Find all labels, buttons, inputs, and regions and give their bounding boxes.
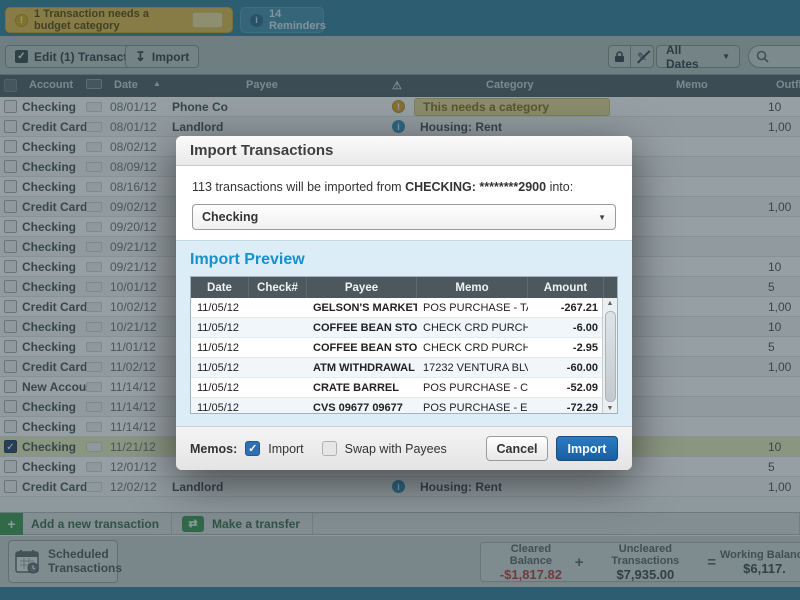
dialog-title: Import Transactions	[190, 142, 334, 159]
preview-date: 11/05/12	[197, 341, 240, 354]
preview-amount: -2.95	[572, 341, 598, 354]
preview-column-date[interactable]: Date	[191, 277, 249, 298]
preview-row: 11/05/12 CRATE BARREL POS PURCHASE - CAN…	[191, 378, 617, 398]
preview-memo: POS PURCHASE - CAN...	[423, 381, 528, 394]
memo-import-label: Import	[268, 441, 304, 456]
preview-memo: POS PURCHASE - Enci...	[423, 401, 528, 414]
dialog-footer: Memos: ✓ Import Swap with Payees Cancel …	[176, 426, 632, 470]
preview-amount: -52.09	[566, 381, 598, 394]
preview-payee: COFFEE BEAN STORE	[313, 341, 417, 354]
memos-label: Memos:	[190, 441, 238, 456]
preview-memo: CHECK CRD PURCHAS...	[423, 341, 528, 354]
preview-payee: COFFEE BEAN STORE	[313, 321, 417, 334]
target-account-value: Checking	[202, 210, 259, 224]
preview-row: 11/05/12 ATM WITHDRAWAL 17232 VENTURA BL…	[191, 358, 617, 378]
preview-row: 11/05/12 GELSON'S MARKET POS PURCHASE - …	[191, 298, 617, 318]
preview-row: 11/05/12 CVS 09677 09677 POS PURCHASE - …	[191, 398, 617, 414]
scroll-down-icon[interactable]: ▼	[607, 404, 614, 413]
memo-swap-label: Swap with Payees	[344, 441, 447, 456]
preview-check	[249, 318, 307, 337]
scroll-up-icon[interactable]: ▲	[607, 299, 614, 309]
preview-check	[249, 298, 307, 317]
preview-memo: POS PURCHASE - TAR...	[423, 301, 528, 314]
preview-check	[249, 358, 307, 377]
preview-column-memo[interactable]: Memo	[417, 277, 528, 298]
preview-date: 11/05/12	[197, 321, 240, 334]
cancel-button[interactable]: Cancel	[486, 436, 548, 461]
preview-date: 11/05/12	[197, 401, 240, 414]
preview-memo: 17232 VENTURA BLV...	[423, 361, 528, 374]
preview-payee: CRATE BARREL	[313, 381, 399, 394]
target-account-select[interactable]: Checking ▼	[192, 204, 616, 230]
import-preview-section: Import Preview Date Check# Payee Memo Am…	[176, 240, 632, 426]
preview-date: 11/05/12	[197, 301, 240, 314]
preview-payee: ATM WITHDRAWAL	[313, 361, 415, 374]
preview-scrollbar[interactable]: ▲ ▼	[602, 298, 617, 413]
import-summary-text: 113 transactions will be imported from C…	[192, 180, 574, 194]
dialog-header: Import Transactions	[176, 136, 632, 166]
memo-import-checkbox[interactable]: ✓	[245, 441, 261, 456]
preview-date: 11/05/12	[197, 381, 240, 394]
preview-amount: -72.29	[566, 401, 598, 414]
preview-table: Date Check# Payee Memo Amount 11/05/12 G…	[190, 276, 618, 414]
memo-swap-checkbox[interactable]	[321, 441, 337, 456]
preview-payee: GELSON'S MARKET	[313, 301, 417, 314]
preview-date: 11/05/12	[197, 361, 240, 374]
preview-amount: -60.00	[566, 361, 598, 374]
scrollbar-thumb[interactable]	[604, 311, 616, 402]
source-account-text: CHECKING: ********2900	[405, 180, 547, 194]
import-transactions-dialog: Import Transactions 113 transactions wil…	[176, 136, 632, 470]
import-preview-title: Import Preview	[190, 251, 305, 268]
preview-column-check[interactable]: Check#	[249, 277, 307, 298]
import-confirm-button[interactable]: Import	[556, 436, 618, 461]
preview-payee: CVS 09677 09677	[313, 401, 403, 414]
preview-amount: -6.00	[572, 321, 598, 334]
preview-amount: -267.21	[560, 301, 598, 314]
preview-row: 11/05/12 COFFEE BEAN STORE CHECK CRD PUR…	[191, 318, 617, 338]
chevron-down-icon: ▼	[598, 212, 606, 222]
preview-rows: 11/05/12 GELSON'S MARKET POS PURCHASE - …	[191, 298, 617, 414]
preview-column-payee[interactable]: Payee	[307, 277, 417, 298]
preview-check	[249, 378, 307, 397]
preview-table-header: Date Check# Payee Memo Amount	[191, 277, 617, 298]
preview-check	[249, 398, 307, 413]
preview-row: 11/05/12 COFFEE BEAN STORE CHECK CRD PUR…	[191, 338, 617, 358]
preview-check	[249, 338, 307, 357]
preview-column-amount[interactable]: Amount	[528, 277, 604, 298]
preview-memo: CHECK CRD PURCHAS...	[423, 321, 528, 334]
